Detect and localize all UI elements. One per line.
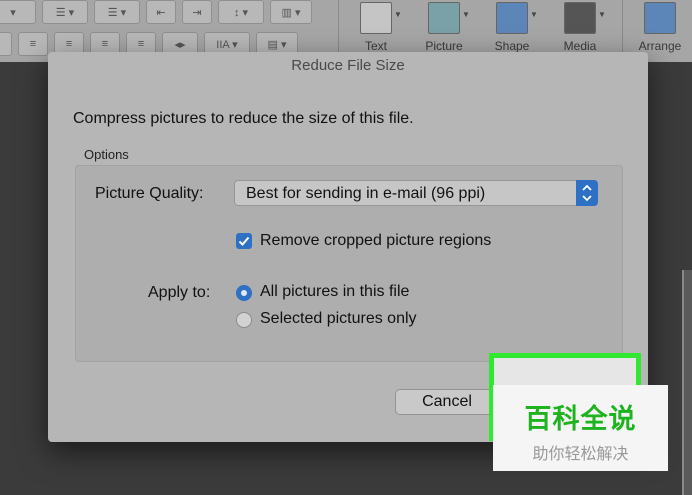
picture-quality-value: Best for sending in e-mail (96 ppi) (246, 185, 486, 202)
apply-selected-label[interactable]: Selected pictures only (260, 310, 417, 328)
chevron-down-icon: ▼ (598, 10, 606, 19)
media-icon (564, 2, 596, 34)
arrange-icon (644, 2, 676, 34)
indent-button[interactable]: ⇥ (182, 0, 212, 24)
watermark-main-text: 百科全说 (524, 404, 637, 434)
remove-cropped-label[interactable]: Remove cropped picture regions (260, 232, 491, 250)
picture-quality-select[interactable]: Best for sending in e-mail (96 ppi) (234, 180, 598, 206)
insert-media-label: Media (563, 39, 597, 53)
insert-text-label: Text (364, 39, 387, 53)
bullets-button[interactable]: ☰ ▾ (42, 0, 88, 24)
chevron-down-icon: ▼ (394, 10, 402, 19)
apply-selected-radio[interactable] (236, 312, 252, 328)
remove-cropped-checkbox[interactable] (236, 233, 252, 249)
line-spacing-button[interactable]: ↕ ▾ (218, 0, 264, 24)
chevron-down-icon: ▼ (462, 10, 470, 19)
apply-to-label: Apply to: (148, 284, 211, 301)
insert-picture-label: Picture (425, 39, 463, 53)
numbering-button[interactable]: ☰ ▾ (94, 0, 140, 24)
picture-icon (428, 2, 460, 34)
shape-icon (496, 2, 528, 34)
slide-thumbnail-edge (682, 270, 692, 495)
dialog-title: Reduce File Size (291, 57, 405, 74)
select-stepper-icon[interactable] (576, 180, 598, 206)
format-button[interactable]: ▾ (0, 0, 36, 24)
watermark-logo: 百科全说 助你轻松解决 (493, 385, 668, 471)
chevron-down-icon: ▼ (530, 10, 538, 19)
columns-button[interactable]: ▥ ▾ (270, 0, 312, 24)
dialog-message: Compress pictures to reduce the size of … (73, 110, 414, 127)
watermark-sub-text: 助你轻松解决 (532, 446, 629, 463)
arrange-label: Arrange (638, 39, 682, 53)
text-box-icon (360, 2, 392, 34)
options-legend: Options (84, 147, 129, 162)
outdent-button[interactable]: ⇤ (146, 0, 176, 24)
apply-all-label[interactable]: All pictures in this file (260, 283, 409, 301)
align-left-button[interactable]: ≡ (18, 32, 48, 56)
ribbon-row-top: ▾ ☰ ▾ ☰ ▾ ⇤ ⇥ ↕ ▾ ▥ ▾ (0, 0, 312, 24)
cancel-button[interactable]: Cancel (395, 389, 499, 415)
checkmark-icon (238, 236, 250, 246)
picture-quality-label: Picture Quality: (95, 185, 204, 202)
align-none-button[interactable] (0, 32, 12, 56)
insert-shape-label: Shape (494, 39, 530, 53)
apply-all-radio[interactable] (236, 285, 252, 301)
